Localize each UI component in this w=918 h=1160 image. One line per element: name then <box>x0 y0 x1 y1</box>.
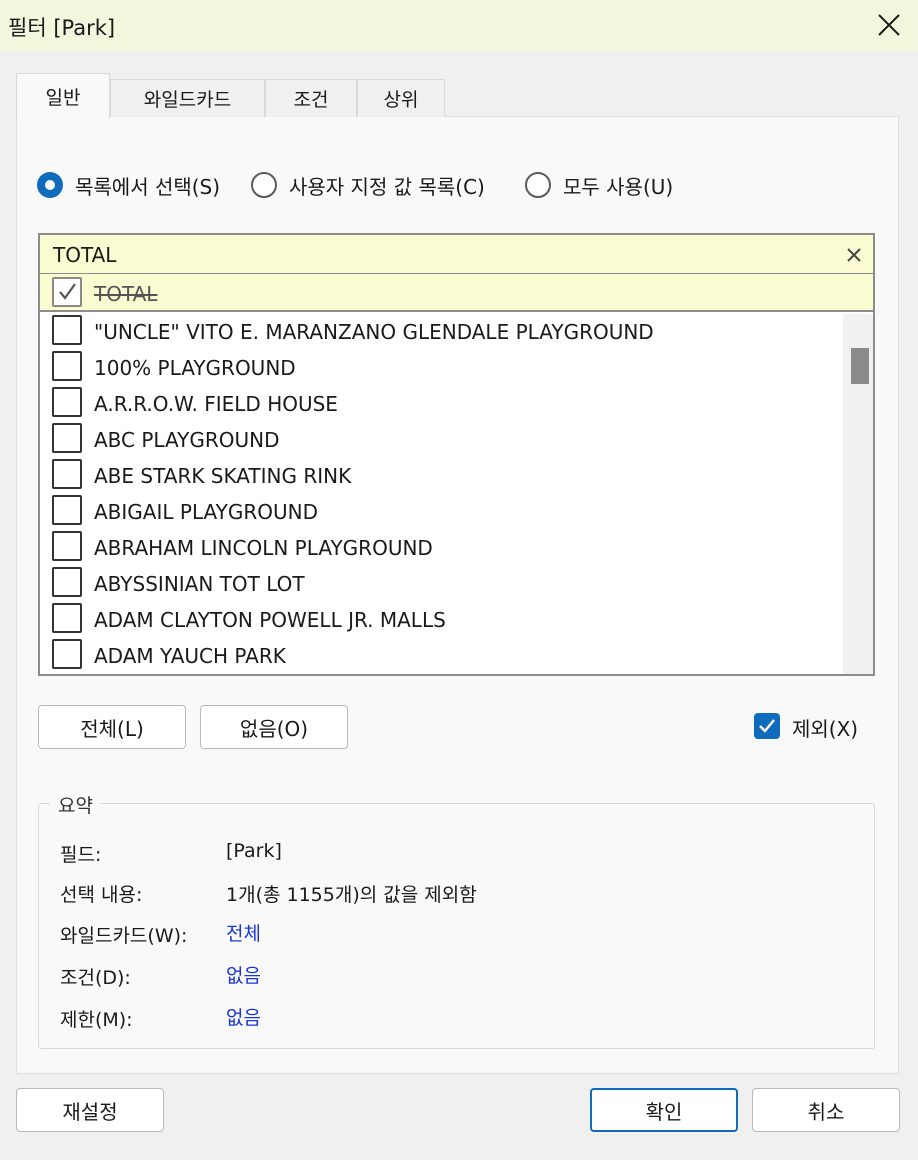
item-checkbox[interactable] <box>52 315 82 345</box>
summary-value: [Park] <box>226 840 282 862</box>
ok-button[interactable]: 확인 <box>590 1088 738 1132</box>
item-checkbox[interactable] <box>52 351 82 381</box>
list-item-label[interactable]: ADAM CLAYTON POWELL JR. MALLS <box>94 608 446 632</box>
list-item-label[interactable]: ABE STARK SKATING RINK <box>94 464 351 488</box>
tab-top[interactable]: 상위 <box>357 79 445 117</box>
exclude-label[interactable]: 제외(X) <box>792 713 858 742</box>
summary-link-limit[interactable]: 없음 <box>226 1003 261 1030</box>
close-icon[interactable] <box>874 10 904 40</box>
list-item-label[interactable]: "UNCLE" VITO E. MARANZANO GLENDALE PLAYG… <box>94 320 654 344</box>
summary-link-condition[interactable]: 없음 <box>226 961 261 988</box>
radio-button[interactable] <box>525 172 551 198</box>
summary-key: 제한(M): <box>60 1009 133 1031</box>
item-checkbox[interactable] <box>52 639 82 669</box>
select-all-button[interactable]: 전체(L) <box>38 705 186 749</box>
list-item-label[interactable]: ABIGAIL PLAYGROUND <box>94 500 318 524</box>
item-checkbox[interactable] <box>52 459 82 489</box>
tab-condition[interactable]: 조건 <box>265 79 357 117</box>
radio-label: 목록에서 선택(S) <box>75 174 221 199</box>
radio-label: 사용자 지정 값 목록(C) <box>289 174 485 199</box>
radio-button-selected[interactable] <box>37 172 63 198</box>
item-checkbox[interactable] <box>52 387 82 417</box>
item-checkbox[interactable] <box>52 423 82 453</box>
radio-select-from-list[interactable]: 목록에서 선택(S) <box>37 169 220 201</box>
list-item-label[interactable]: ABRAHAM LINCOLN PLAYGROUND <box>94 536 433 560</box>
item-checkbox[interactable] <box>52 495 82 525</box>
list-item-label[interactable]: ABC PLAYGROUND <box>94 428 280 452</box>
summary-legend: 요약 <box>50 791 101 818</box>
item-checkbox[interactable] <box>52 567 82 597</box>
checkmark-icon <box>59 283 76 300</box>
list-item-total[interactable]: TOTAL <box>40 274 873 312</box>
summary-value: 1개(총 1155개)의 값을 제외함 <box>226 884 477 906</box>
list-item-label[interactable]: ABYSSINIAN TOT LOT <box>94 572 305 596</box>
summary-key: 필드: <box>60 844 102 866</box>
summary-link-wildcard[interactable]: 전체 <box>226 919 261 946</box>
select-none-button[interactable]: 없음(O) <box>200 705 348 749</box>
tab-general[interactable]: 일반 <box>16 73 110 119</box>
list-item-label: TOTAL <box>94 282 158 306</box>
list-item-label[interactable]: ADAM YAUCH PARK <box>94 644 286 668</box>
exclude-checkbox[interactable] <box>754 713 780 739</box>
title-bar: 필터 [Park] <box>0 0 918 52</box>
clear-icon[interactable] <box>843 244 865 266</box>
summary-key: 조건(D): <box>60 967 131 989</box>
cancel-button[interactable]: 취소 <box>752 1088 900 1132</box>
window-title: 필터 [Park] <box>8 16 116 40</box>
search-input[interactable]: TOTAL <box>38 233 875 275</box>
item-checkbox-checked[interactable] <box>52 277 82 307</box>
radio-button[interactable] <box>251 172 277 198</box>
radio-custom-value-list[interactable]: 사용자 지정 값 목록(C) <box>251 169 485 201</box>
radio-use-all[interactable]: 모두 사용(U) <box>525 169 673 201</box>
checkmark-icon <box>759 719 775 733</box>
summary-key: 선택 내용: <box>60 884 143 906</box>
list-item-label[interactable]: A.R.R.O.W. FIELD HOUSE <box>94 392 338 416</box>
reset-button[interactable]: 재설정 <box>16 1088 164 1132</box>
item-checkbox[interactable] <box>52 603 82 633</box>
summary-key: 와일드카드(W): <box>60 925 188 947</box>
search-value: TOTAL <box>53 243 117 267</box>
scrollbar-thumb[interactable] <box>851 348 869 384</box>
tab-wildcard[interactable]: 와일드카드 <box>110 79 265 117</box>
item-checkbox[interactable] <box>52 531 82 561</box>
value-list[interactable]: TOTAL "UNCLE" VITO E. MARANZANO GLENDALE… <box>38 274 875 676</box>
list-scrollbar[interactable] <box>843 314 873 674</box>
radio-label: 모두 사용(U) <box>563 174 674 199</box>
list-item-label[interactable]: 100% PLAYGROUND <box>94 356 296 380</box>
